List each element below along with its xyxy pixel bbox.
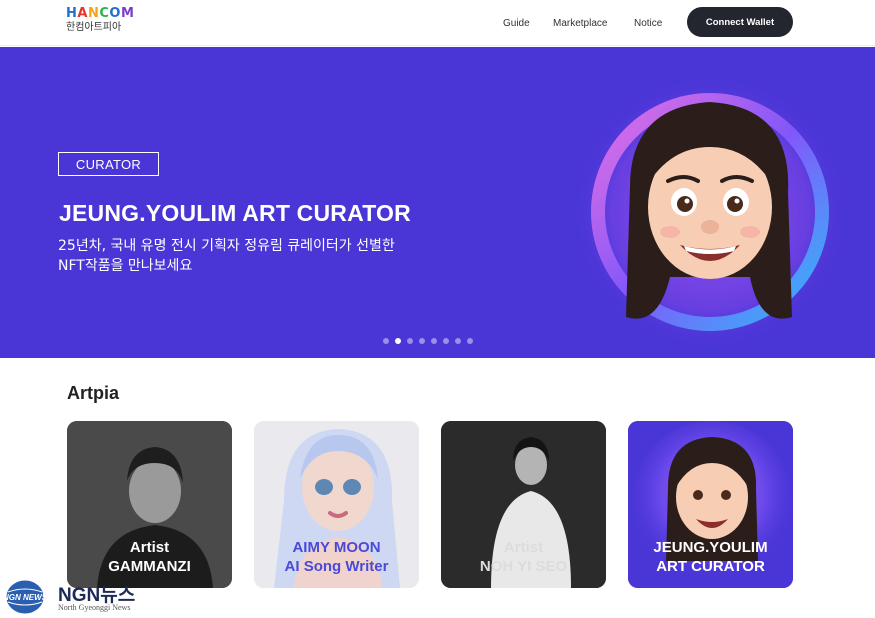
carousel-indicators bbox=[383, 338, 473, 344]
artist-card-jeung-youlim[interactable]: JEUNG.YOULIM ART CURATOR bbox=[628, 421, 793, 588]
hero-description-line-1: 25년차, 국내 유명 전시 기획자 정유림 큐레이터가 선별한 bbox=[58, 238, 395, 254]
card-1-line-2: GAMMANZI bbox=[108, 558, 191, 575]
globe-logo-icon: NGN NEWS bbox=[4, 579, 46, 615]
curator-avatar-illustration bbox=[570, 77, 850, 347]
section-title-artpia: Artpia bbox=[67, 383, 120, 403]
carousel-dot[interactable] bbox=[443, 338, 449, 344]
carousel-dot[interactable] bbox=[467, 338, 473, 344]
ngn-news-watermark: NGN NEWS NGN뉴스 North Gyeonggi News bbox=[4, 578, 164, 616]
artist-card-noh-yi-seo[interactable]: Artist NOH YI SEO bbox=[441, 421, 606, 588]
nav-notice-link[interactable]: Notice bbox=[634, 18, 662, 29]
carousel-dot[interactable] bbox=[383, 338, 389, 344]
hancom-logo[interactable]: HANCOM 한컴아트피아 bbox=[66, 7, 134, 34]
carousel-dot[interactable] bbox=[431, 338, 437, 344]
logo-subtitle: 한컴아트피아 bbox=[66, 22, 122, 33]
artist-card-aimy-moon[interactable]: AIMY MOON AI Song Writer bbox=[254, 421, 419, 588]
card-2-line-1: AIMY MOON bbox=[292, 539, 381, 556]
logo-wordmark: HANCOM bbox=[66, 6, 135, 21]
site-header: HANCOM 한컴아트피아 Guide Marketplace Notice C… bbox=[0, 0, 875, 46]
hero-category-tag: CURATOR bbox=[58, 152, 159, 176]
card-3-line-2: NOH YI SEO bbox=[479, 558, 568, 575]
hero-description: 25년차, 국내 유명 전시 기획자 정유림 큐레이터가 선별한 NFT작품을 … bbox=[58, 236, 478, 276]
carousel-dot[interactable] bbox=[455, 338, 461, 344]
card-1-line-1: Artist bbox=[129, 539, 170, 556]
artist-card-gammanzi[interactable]: Artist GAMMANZI bbox=[67, 421, 232, 588]
carousel-dot[interactable] bbox=[419, 338, 425, 344]
nav-guide[interactable]: Guide bbox=[503, 0, 530, 46]
hero-banner[interactable]: CURATOR JEUNG.YOULIM ART CURATOR 25년차, 국… bbox=[0, 47, 875, 358]
watermark-subtitle: North Gyeonggi News bbox=[58, 603, 131, 612]
carousel-dot[interactable] bbox=[395, 338, 401, 344]
hero-description-line-2: NFT작품을 만나보세요 bbox=[58, 258, 193, 274]
card-4-line-1: JEUNG.YOULIM bbox=[653, 539, 768, 556]
card-3-line-1: Artist bbox=[503, 539, 544, 556]
carousel-dot[interactable] bbox=[407, 338, 413, 344]
card-4-line-2: ART CURATOR bbox=[656, 558, 765, 575]
hero-title: JEUNG.YOULIM ART CURATOR bbox=[59, 200, 411, 226]
nav-marketplace[interactable]: Marketplace bbox=[553, 0, 607, 46]
nav-guide-link[interactable]: Guide bbox=[503, 18, 530, 29]
svg-text:NGN NEWS: NGN NEWS bbox=[4, 593, 46, 602]
card-2-line-2: AI Song Writer bbox=[284, 558, 389, 575]
nav-notice[interactable]: Notice bbox=[634, 0, 662, 46]
nav-marketplace-link[interactable]: Marketplace bbox=[553, 18, 607, 29]
connect-wallet-button[interactable]: Connect Wallet bbox=[687, 7, 793, 37]
